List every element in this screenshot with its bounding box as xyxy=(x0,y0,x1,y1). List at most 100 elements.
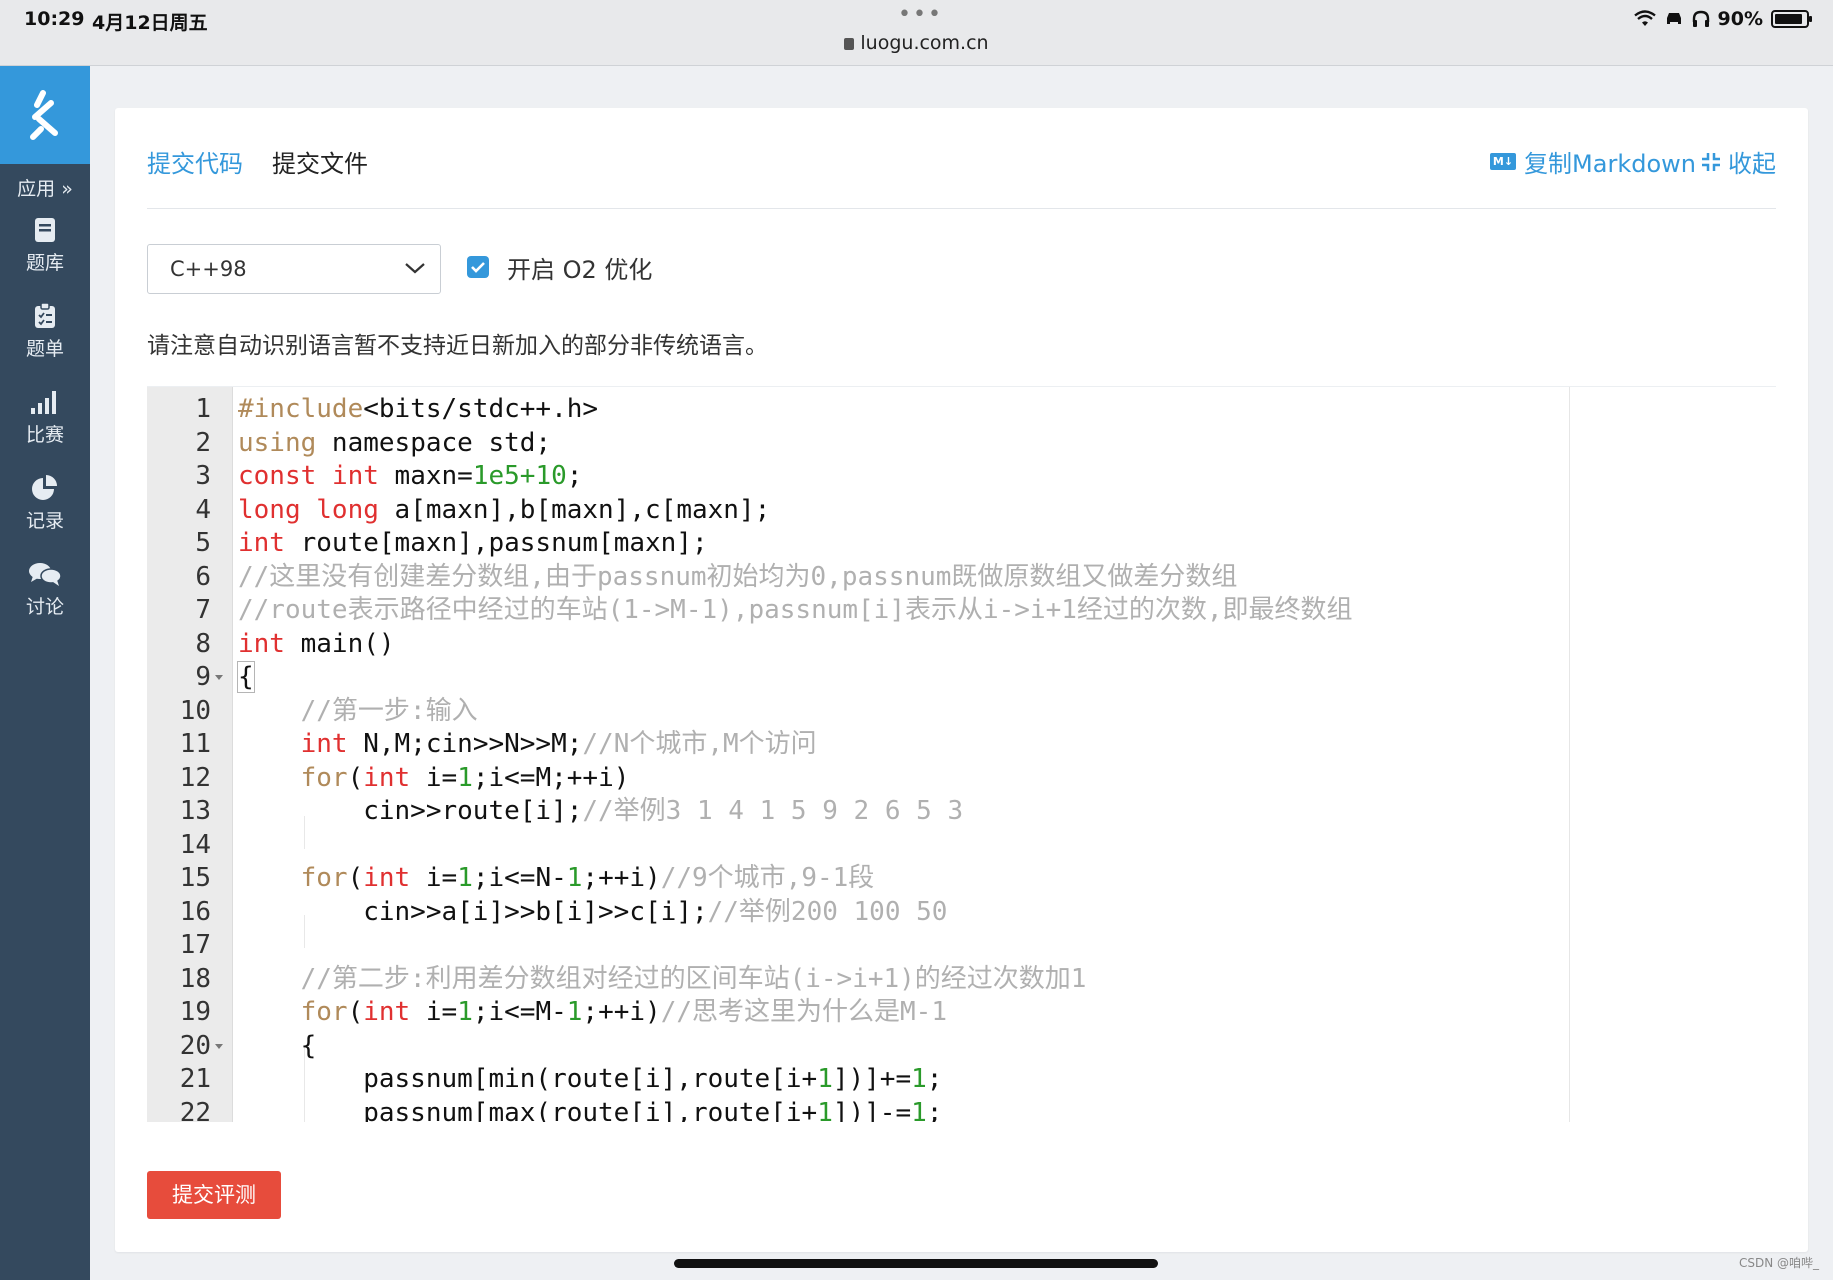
language-notice: 请注意自动识别语言暂不支持近日新加入的部分非传统语言。 xyxy=(147,333,768,359)
headphones-icon xyxy=(1692,10,1709,27)
clipboard-icon xyxy=(35,302,55,328)
url-text: luogu.com.cn xyxy=(860,32,989,54)
code-line[interactable]: 3 const int maxn=1e5+10; xyxy=(147,460,1776,493)
line-number: 12 xyxy=(179,762,211,793)
code-line[interactable]: 20 { xyxy=(147,1030,1776,1063)
line-number: 4 xyxy=(195,494,211,525)
line-number: 17 xyxy=(179,930,211,960)
status-date: 4月12日周五 xyxy=(92,12,208,34)
sidebar: 应用 » 题库 题单 比赛 记录 讨论 xyxy=(0,66,90,1280)
code-text: #include<bits/stdc++.h> xyxy=(238,394,599,424)
multitask-dots-icon[interactable]: ••• xyxy=(898,2,943,27)
code-line[interactable]: 11 int N,M;cin>>N>>M;//N个城市,M个访问 xyxy=(147,728,1776,761)
pie-chart-icon xyxy=(32,475,57,500)
line-number: 20 xyxy=(179,1030,211,1061)
copy-markdown-button[interactable]: M↓ 复制Markdown xyxy=(1489,144,1696,179)
line-number: 19 xyxy=(179,997,211,1027)
code-text: //第二步:利用差分数组对经过的区间车站(i->i+1)的经过次数加1 xyxy=(300,963,1087,994)
code-line[interactable]: 7 //route表示路径中经过的车站(1->M-1),passnum[i]表示从… xyxy=(147,594,1776,627)
code-line[interactable]: 8 int main() xyxy=(147,628,1776,661)
line-number: 13 xyxy=(179,796,211,826)
code-text: passnum[max(route[i],route[i+1])]-=1; xyxy=(238,1097,943,1123)
sidebar-item-discuss[interactable]: 讨论 xyxy=(0,560,90,619)
code-line[interactable]: 4 long long a[maxn],b[maxn],c[maxn]; xyxy=(147,494,1776,527)
code-line[interactable]: 12 for(int i=1;i<=M;++i) xyxy=(147,762,1776,795)
copy-markdown-label: 复制Markdown xyxy=(1524,150,1696,178)
apps-toggle[interactable]: 应用 » xyxy=(0,174,90,201)
battery-fill xyxy=(1775,14,1802,24)
code-text: //第一步:输入 xyxy=(300,695,478,726)
language-select[interactable]: C++98 xyxy=(147,244,441,294)
sidebar-item-label: 题库 xyxy=(25,252,64,274)
code-text: for(int i=1;i<=M-1;++i)//思考这里为什么是M-1 xyxy=(300,997,947,1027)
code-text: cin>>route[i];//举例3 1 4 1 5 9 2 6 5 3 xyxy=(238,796,964,826)
lock-icon xyxy=(844,38,855,50)
code-text: using namespace std; xyxy=(238,427,552,458)
line-number: 15 xyxy=(179,863,211,893)
status-bar: 10:29 4月12日周五 ••• luogu.com.cn 90% xyxy=(0,0,1833,66)
code-line[interactable]: 16 cin>>a[i]>>b[i]>>c[i];//举例200 100 50 xyxy=(147,896,1776,929)
collapse-label: 收起 xyxy=(1728,150,1776,178)
chevron-down-icon xyxy=(405,263,425,274)
line-number: 14 xyxy=(179,829,211,860)
tab-submit-code[interactable]: 提交代码 xyxy=(147,144,243,179)
line-number: 9 xyxy=(195,662,211,692)
code-text: { xyxy=(237,661,255,693)
code-line[interactable]: 10 //第一步:输入 xyxy=(147,695,1776,728)
tab-submit-file[interactable]: 提交文件 xyxy=(272,144,368,179)
submit-button[interactable]: 提交评测 xyxy=(147,1171,281,1219)
code-line[interactable]: 18 //第二步:利用差分数组对经过的区间车站(i->i+1)的经过次数加1 xyxy=(147,963,1776,996)
code-text: cin>>a[i]>>b[i]>>c[i];//举例200 100 50 xyxy=(238,896,948,927)
code-text: int N,M;cin>>N>>M;//N个城市,M个访问 xyxy=(300,729,817,759)
code-line[interactable]: 17 xyxy=(147,929,1776,962)
line-number: 10 xyxy=(179,695,211,726)
battery-icon xyxy=(1771,10,1812,28)
car-icon xyxy=(1666,13,1681,24)
sidebar-item-problem-lists[interactable]: 题单 xyxy=(0,302,90,361)
header-divider xyxy=(147,208,1776,209)
code-line[interactable]: 15 for(int i=1;i<=N-1;++i)//9个城市,9-1段 xyxy=(147,862,1776,895)
sidebar-item-label: 记录 xyxy=(25,510,64,532)
code-line[interactable]: 9{ xyxy=(147,661,1776,694)
code-text: const int maxn=1e5+10; xyxy=(238,461,583,491)
code-text: //这里没有创建差分数组,由于passnum初始均为0,passnum既做原数组… xyxy=(238,561,1238,592)
code-text: long long a[maxn],b[maxn],c[maxn]; xyxy=(238,494,771,525)
code-line[interactable]: 19 for(int i=1;i<=M-1;++i)//思考这里为什么是M-1 xyxy=(147,996,1776,1029)
collapse-button[interactable]: 收起 xyxy=(1700,144,1776,179)
code-line[interactable]: 2 using namespace std; xyxy=(147,427,1776,460)
line-number: 1 xyxy=(195,394,211,424)
line-number: 22 xyxy=(179,1097,211,1123)
code-line[interactable]: 21 passnum[min(route[i],route[i+1])]+=1; xyxy=(147,1063,1776,1096)
code-editor[interactable]: 1 #include<bits/stdc++.h> 2 using namespace… xyxy=(147,386,1776,1122)
sidebar-item-problems[interactable]: 题库 xyxy=(0,216,90,275)
line-number: 8 xyxy=(195,628,211,659)
fold-toggle-icon[interactable] xyxy=(215,1043,223,1049)
sidebar-item-records[interactable]: 记录 xyxy=(0,474,90,533)
status-time: 10:29 xyxy=(24,8,85,30)
wifi-icon xyxy=(1633,10,1656,26)
battery-percent: 90% xyxy=(1717,8,1763,30)
o2-label[interactable]: 开启 O2 优化 xyxy=(507,250,652,285)
sidebar-item-label: 比赛 xyxy=(25,424,64,446)
code-line[interactable]: 13 cin>>route[i];//举例3 1 4 1 5 9 2 6 5 3 xyxy=(147,795,1776,828)
address-bar[interactable]: luogu.com.cn xyxy=(0,32,1833,54)
code-text: //route表示路径中经过的车站(1->M-1),passnum[i]表示从i… xyxy=(238,595,1353,625)
code-text: int main() xyxy=(238,628,395,659)
code-line[interactable]: 5 int route[maxn],passnum[maxn]; xyxy=(147,527,1776,560)
code-line[interactable]: 6 //这里没有创建差分数组,由于passnum初始均为0,passnum既做原数… xyxy=(147,561,1776,594)
luogu-logo[interactable] xyxy=(0,66,90,164)
line-number: 7 xyxy=(195,595,211,625)
code-text: passnum[min(route[i],route[i+1])]+=1; xyxy=(238,1064,943,1094)
code-line[interactable]: 22 passnum[max(route[i],route[i+1])]-=1; xyxy=(147,1097,1776,1123)
code-text: for(int i=1;i<=N-1;++i)//9个城市,9-1段 xyxy=(300,863,875,893)
sidebar-item-contests[interactable]: 比赛 xyxy=(0,388,90,447)
code-text: for(int i=1;i<=M;++i) xyxy=(300,762,630,793)
sidebar-item-label: 讨论 xyxy=(25,596,64,618)
fold-toggle-icon[interactable] xyxy=(215,675,223,680)
code-line[interactable]: 14 xyxy=(147,829,1776,862)
o2-checkbox[interactable] xyxy=(467,256,489,278)
code-line[interactable]: 1 #include<bits/stdc++.h> xyxy=(147,393,1776,426)
line-number: 6 xyxy=(195,561,211,592)
home-indicator[interactable] xyxy=(674,1259,1158,1268)
line-number: 11 xyxy=(179,729,211,759)
